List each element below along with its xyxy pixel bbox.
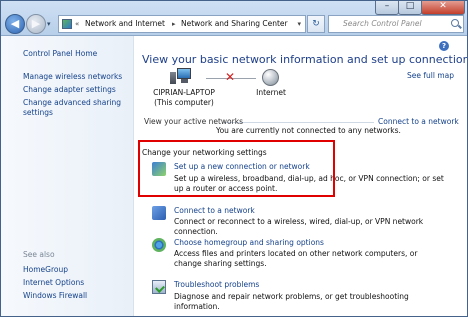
connect-network-description: Connect or reconnect to a wireless, wire… xyxy=(174,217,424,236)
troubleshoot-link[interactable]: Troubleshoot problems xyxy=(174,280,259,289)
search-placeholder: Search Control Panel xyxy=(343,19,422,28)
see-full-map-link[interactable]: See full map xyxy=(407,71,454,80)
minimize-button[interactable]: – xyxy=(375,1,399,15)
internet-globe-icon xyxy=(262,69,279,86)
not-connected-status: You are currently not connected to any n… xyxy=(216,126,401,135)
page-title: View your basic network information and … xyxy=(142,53,468,66)
back-button[interactable]: ◀ xyxy=(5,14,25,34)
close-button[interactable]: ✕ xyxy=(421,1,465,15)
close-icon: ✕ xyxy=(439,1,447,11)
maximize-button[interactable]: □ xyxy=(398,1,422,15)
forward-button[interactable]: ▶ xyxy=(26,14,46,34)
control-panel-icon xyxy=(62,19,72,29)
see-also-heading: See also xyxy=(23,250,55,259)
search-icon[interactable] xyxy=(451,19,459,27)
connect-to-network-link[interactable]: Connect to a network xyxy=(378,117,459,126)
see-also-windows-firewall[interactable]: Windows Firewall xyxy=(23,291,87,301)
computer-label: CIPRIAN-LAPTOP (This computer) xyxy=(144,88,224,108)
computer-monitor-icon xyxy=(177,68,191,79)
search-input[interactable]: Search Control Panel xyxy=(328,15,464,33)
refresh-button[interactable]: ↻ xyxy=(307,15,325,33)
address-dropdown-icon[interactable]: ▾ xyxy=(297,16,301,32)
computer-sub-label: (This computer) xyxy=(154,98,214,107)
internet-label: Internet xyxy=(256,88,286,97)
disconnected-x-icon: ✕ xyxy=(225,70,236,84)
sidebar-control-panel-home[interactable]: Control Panel Home xyxy=(23,49,97,59)
homegroup-sharing-description: Access files and printers located on oth… xyxy=(174,249,418,268)
active-networks-label: View your active networks xyxy=(144,117,243,126)
back-arrow-icon: ◀ xyxy=(10,17,20,30)
breadcrumb-network-and-sharing-center[interactable]: Network and Sharing Center xyxy=(181,16,288,32)
help-icon[interactable]: ? xyxy=(439,41,449,51)
computer-name: CIPRIAN-LAPTOP xyxy=(153,88,215,97)
sidebar: Control Panel Home Manage wireless netwo… xyxy=(1,36,134,316)
forward-arrow-icon: ▶ xyxy=(31,17,41,30)
title-address-bar: – □ ✕ ◀ ▶ ▾ « Network and Internet ▸ Net… xyxy=(1,1,467,36)
homegroup-sharing-link[interactable]: Choose homegroup and sharing options xyxy=(174,238,324,247)
computer-stand-icon xyxy=(181,79,188,83)
sidebar-change-adapter-settings[interactable]: Change adapter settings xyxy=(23,85,116,95)
highlight-box xyxy=(138,140,335,197)
breadcrumb-separator-icon[interactable]: ▸ xyxy=(172,16,176,32)
address-overflow-chevron[interactable]: « xyxy=(75,16,79,32)
troubleshoot-description: Diagnose and repair network problems, or… xyxy=(174,292,409,311)
connect-network-link[interactable]: Connect to a network xyxy=(174,206,255,215)
computer-tower-icon xyxy=(170,72,176,84)
recent-pages-dropdown-icon[interactable]: ▾ xyxy=(47,20,51,28)
connect-network-icon xyxy=(152,206,166,220)
sidebar-change-advanced-sharing-settings[interactable]: Change advanced sharing settings xyxy=(23,98,123,118)
active-networks-divider xyxy=(224,122,374,123)
sidebar-manage-wireless-networks[interactable]: Manage wireless networks xyxy=(23,72,122,82)
troubleshoot-icon xyxy=(152,280,166,294)
network-sharing-center-window: – □ ✕ ◀ ▶ ▾ « Network and Internet ▸ Net… xyxy=(0,0,468,317)
breadcrumb-network-and-internet[interactable]: Network and Internet xyxy=(85,16,165,32)
see-also-homegroup[interactable]: HomeGroup xyxy=(23,265,68,275)
refresh-icon: ↻ xyxy=(312,19,320,29)
see-also-internet-options[interactable]: Internet Options xyxy=(23,278,84,288)
maximize-icon: □ xyxy=(405,1,415,11)
minimize-icon: – xyxy=(384,1,390,11)
homegroup-icon xyxy=(152,238,166,252)
address-bar[interactable]: « Network and Internet ▸ Network and Sha… xyxy=(58,15,306,33)
